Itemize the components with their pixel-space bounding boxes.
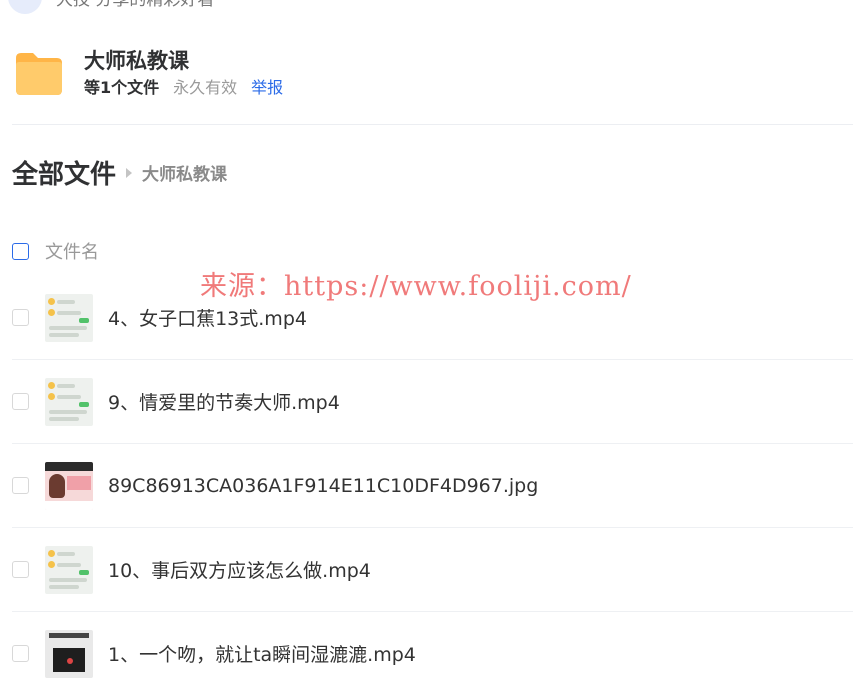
file-checkbox[interactable] (12, 645, 29, 662)
validity-text: 永久有效 (173, 78, 238, 97)
avatar (8, 0, 42, 14)
report-link[interactable]: 举报 (251, 77, 283, 99)
watermark-text: 来源：https://www.fooliji.com/ (200, 271, 632, 302)
file-thumbnail[interactable] (45, 545, 93, 594)
breadcrumb-separator-icon (126, 167, 133, 178)
list-header: 文件名 (12, 238, 99, 264)
file-checkbox[interactable] (12, 561, 29, 578)
breadcrumb-root[interactable]: 全部文件 (12, 154, 116, 191)
file-thumbnail[interactable] (45, 461, 93, 510)
share-header: 大师私教课 等1个文件 永久有效 举报 (12, 46, 283, 100)
file-count: 等1个文件 (84, 78, 160, 97)
share-subinfo: 等1个文件 永久有效 举报 (84, 77, 283, 99)
share-page: 大技 分享的精彩好看 大师私教课 等1个文件 永久有效 举报 全部文件 大师私教… (0, 0, 853, 678)
file-list: 4、女子口蕉13式.mp4 9、情爱里的节奏大师.mp4 89C86913CA036… (12, 276, 853, 678)
file-thumbnail[interactable] (45, 293, 93, 342)
column-header-name: 文件名 (45, 242, 99, 263)
breadcrumb-current: 大师私教课 (142, 165, 228, 185)
file-row[interactable]: 9、情爱里的节奏大师.mp4 (12, 360, 853, 444)
file-checkbox[interactable] (12, 477, 29, 494)
file-name[interactable]: 10、事后双方应该怎么做.mp4 (108, 556, 371, 583)
file-checkbox[interactable] (12, 393, 29, 410)
folder-icon (12, 46, 66, 100)
file-checkbox[interactable] (12, 309, 29, 326)
file-name[interactable]: 4、女子口蕉13式.mp4 (108, 304, 307, 331)
file-name[interactable]: 89C86913CA036A1F914E11C10DF4D967.jpg (108, 475, 538, 497)
divider (12, 124, 853, 125)
share-title: 大师私教课 (84, 49, 189, 73)
share-meta: 大师私教课 等1个文件 永久有效 举报 (84, 47, 283, 99)
file-row[interactable]: 10、事后双方应该怎么做.mp4 (12, 528, 853, 612)
file-thumbnail[interactable] (45, 629, 93, 678)
sharer-text: 大技 分享的精彩好看 (56, 0, 214, 10)
select-all-checkbox[interactable] (12, 242, 29, 260)
breadcrumb: 全部文件 大师私教课 (12, 154, 227, 191)
sharer-info: 大技 分享的精彩好看 (8, 0, 214, 14)
file-name[interactable]: 9、情爱里的节奏大师.mp4 (108, 388, 340, 415)
file-row[interactable]: 89C86913CA036A1F914E11C10DF4D967.jpg (12, 444, 853, 528)
file-name[interactable]: 1、一个吻，就让ta瞬间湿漉漉.mp4 (108, 640, 416, 667)
file-row[interactable]: 1、一个吻，就让ta瞬间湿漉漉.mp4 (12, 612, 853, 678)
file-thumbnail[interactable] (45, 377, 93, 426)
